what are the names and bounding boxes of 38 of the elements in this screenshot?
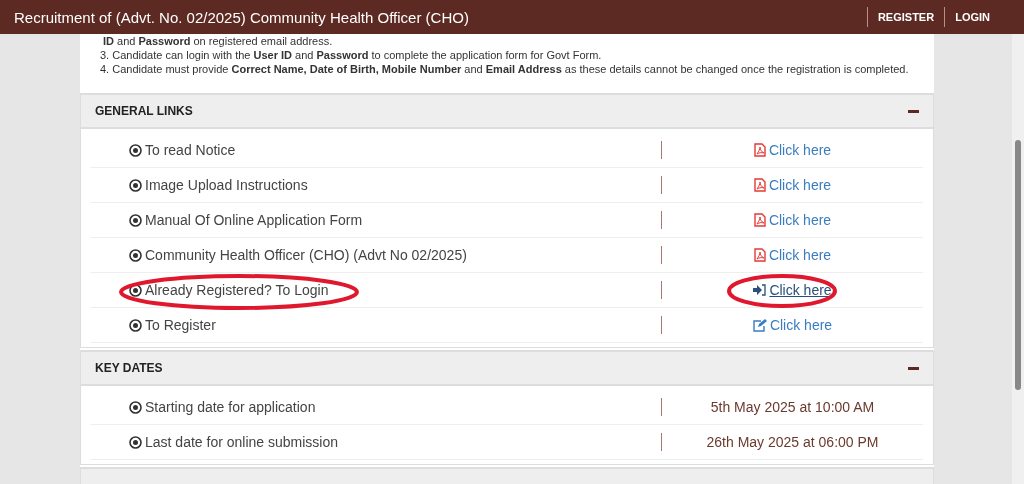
row-label: Starting date for application (145, 399, 316, 415)
pdf-file-icon (753, 213, 766, 227)
row-label: Last date for online submission (145, 434, 338, 450)
bullet-icon (129, 283, 142, 297)
row-label: Manual Of Online Application Form (145, 212, 363, 228)
click-here-link[interactable]: Click here (753, 247, 832, 263)
bullet-icon (129, 318, 142, 332)
pdf-file-icon (753, 248, 766, 262)
panel-title: GENERAL LINKS (95, 104, 193, 118)
bullet-icon (129, 143, 142, 157)
pdf-file-icon (753, 178, 766, 192)
bullet-icon (129, 248, 142, 262)
panel-title: KEY DATES (95, 361, 163, 375)
edit-icon (752, 318, 767, 332)
date-value: 5th May 2025 at 10:00 AM (710, 399, 875, 415)
bullet-icon (129, 213, 142, 227)
row-label: To Register (145, 317, 216, 333)
row-label: Image Upload Instructions (145, 177, 308, 193)
bullet-icon (129, 435, 142, 449)
instruction-text: 3. Candidate can login with the User ID and Password to complete the application form for Govt Form. (100, 48, 603, 62)
row-label: Community Health Officer (CHO) (Advt No 02/2025) (145, 247, 467, 263)
click-here-link[interactable]: Click here (753, 212, 832, 228)
nav-link[interactable]: REGISTER (866, 7, 945, 27)
instruction-text: 4. Candidate must provide Correct Name, Date of Birth, Mobile Number and Email Address as these details cannot be changed once the registration is completed. (100, 62, 910, 76)
instruction-text: ID and Password on registered email address. (102, 34, 334, 48)
row-label: Already Registered? To Login (145, 282, 329, 298)
pdf-file-icon (753, 143, 766, 157)
click-here-link[interactable]: Click here (753, 177, 832, 193)
scrollbar[interactable] (1012, 34, 1024, 484)
bullet-icon (129, 178, 142, 192)
click-here-link[interactable]: Click here (753, 142, 832, 158)
bullet-icon (129, 400, 142, 414)
sign-in-icon (753, 284, 767, 296)
page-title: Recruitment of (Advt. No. 02/2025) Community Health Officer (CHO) (14, 8, 469, 26)
date-value: 26th May 2025 at 06:00 PM (706, 434, 879, 450)
click-here-link[interactable]: Click here (752, 317, 833, 333)
row-label: To read Notice (145, 142, 236, 158)
nav-link[interactable]: LOGIN (944, 7, 1000, 27)
